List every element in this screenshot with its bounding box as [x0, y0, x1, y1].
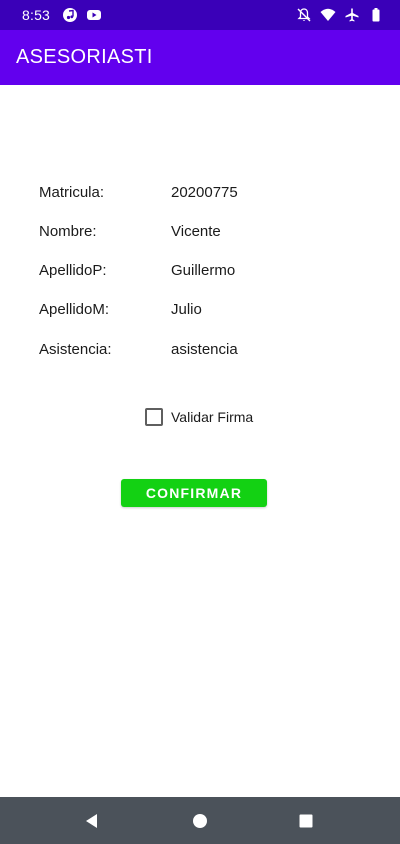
home-button[interactable]: [176, 797, 224, 844]
back-button[interactable]: [68, 797, 116, 844]
nombre-label: Nombre:: [39, 222, 97, 240]
app-title: ASESORIASTI: [16, 46, 153, 68]
status-bar: 8:53: [0, 0, 400, 30]
validar-firma-checkbox[interactable]: [145, 408, 163, 426]
music-notification-icon: [62, 7, 78, 23]
matricula-label: Matricula:: [39, 183, 105, 201]
validar-firma-checkbox-row[interactable]: Validar Firma: [145, 408, 253, 426]
confirm-button[interactable]: CONFIRMAR: [121, 479, 267, 507]
apellidop-label: ApellidoP:: [39, 261, 107, 279]
youtube-notification-icon: [86, 7, 102, 23]
detail-row-apellidop: ApellidoP: Guillermo: [39, 259, 369, 281]
nombre-value: Vicente: [171, 222, 221, 240]
app-bar: ASESORIASTI: [0, 30, 400, 85]
recents-icon: [299, 814, 313, 827]
home-icon: [193, 813, 207, 828]
system-icons: [296, 7, 384, 23]
airplane-mode-icon: [344, 7, 360, 23]
battery-icon: [368, 7, 384, 23]
detail-row-matricula: Matricula: 20200775: [39, 181, 369, 203]
asistencia-value: asistencia: [171, 340, 238, 358]
matricula-value: 20200775: [171, 183, 238, 201]
detail-row-nombre: Nombre: Vicente: [39, 220, 369, 242]
apellidom-label: ApellidoM:: [39, 300, 110, 318]
detail-row-asistencia: Asistencia: asistencia: [39, 338, 369, 360]
validar-firma-label[interactable]: Validar Firma: [171, 409, 253, 425]
navigation-bar: [0, 797, 400, 844]
app-screen: 8:53 ASESORIASTI Matricula: 20200775 Nom…: [0, 0, 400, 844]
apellidom-value: Julio: [171, 300, 202, 318]
notification-icons: [62, 7, 102, 23]
wifi-icon: [320, 7, 336, 23]
notifications-off-icon: [296, 7, 312, 23]
detail-row-apellidom: ApellidoM: Julio: [39, 298, 369, 320]
recents-button[interactable]: [282, 797, 330, 844]
asistencia-label: Asistencia:: [39, 340, 112, 358]
back-icon: [86, 813, 97, 828]
status-time: 8:53: [22, 7, 51, 23]
apellidop-value: Guillermo: [171, 261, 236, 279]
